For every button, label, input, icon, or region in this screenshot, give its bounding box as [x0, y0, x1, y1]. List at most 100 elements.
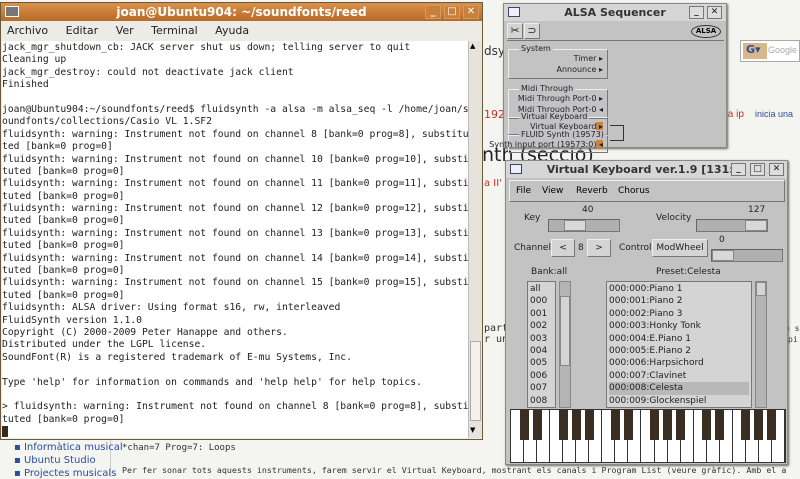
bank-item[interactable]: 002	[530, 320, 553, 332]
black-key[interactable]	[754, 410, 764, 440]
black-key[interactable]	[623, 410, 633, 440]
black-key[interactable]	[702, 410, 712, 440]
velocity-slider[interactable]	[696, 219, 768, 232]
control-modwheel-button[interactable]: ModWheel	[652, 239, 708, 257]
key-slider[interactable]	[548, 219, 620, 232]
window-menu-icon[interactable]	[5, 6, 19, 17]
black-key[interactable]	[676, 410, 686, 440]
disconnect-scissors-icon[interactable]: ✂	[507, 23, 523, 39]
piano-keyboard[interactable]	[510, 409, 786, 463]
alsa-port[interactable]: Announce ▸	[556, 65, 603, 74]
scrollbar-thumb[interactable]	[756, 282, 766, 296]
black-key[interactable]	[558, 410, 568, 440]
key-label: Key	[524, 213, 541, 223]
close-button[interactable]: ✕	[463, 5, 479, 19]
preset-item[interactable]: 000:001:Piano 2	[609, 295, 749, 307]
menu-archivo[interactable]: Archivo	[7, 24, 48, 37]
bank-label: Bank:all	[531, 267, 568, 277]
google-icon[interactable]: G▾	[743, 43, 767, 59]
terminal-scrollbar[interactable]: ▲ ▼	[468, 41, 482, 438]
preset-item[interactable]: 000:005:E.Piano 2	[609, 345, 749, 357]
terminal-titlebar[interactable]: joan@Ubuntu904: ~/soundfonts/reed _ □ ✕	[1, 3, 482, 21]
menu-file[interactable]: File	[516, 181, 531, 201]
scrollbar-thumb[interactable]	[560, 296, 570, 366]
slider-thumb[interactable]	[712, 250, 734, 261]
control-slider[interactable]	[711, 249, 783, 262]
link[interactable]: inicia una	[755, 109, 793, 119]
black-key[interactable]	[663, 410, 673, 440]
minimize-button[interactable]: _	[425, 5, 441, 19]
black-key[interactable]	[610, 410, 620, 440]
menu-ver[interactable]: Ver	[116, 24, 134, 37]
black-key[interactable]	[741, 410, 751, 440]
close-button[interactable]: ✕	[707, 6, 722, 19]
black-key[interactable]	[767, 410, 777, 440]
scroll-up-arrow-icon[interactable]: ▲	[470, 42, 475, 50]
maximize-button[interactable]: □	[750, 163, 765, 176]
scrollbar-thumb[interactable]	[470, 341, 481, 421]
scroll-down-arrow-icon[interactable]: ▼	[470, 426, 475, 434]
bank-scrollbar[interactable]	[559, 281, 571, 408]
sidebar-link[interactable]: ▪ Informàtica musical	[14, 442, 123, 453]
bank-item[interactable]: 004	[530, 345, 553, 357]
black-key[interactable]	[532, 410, 542, 440]
window-menu-icon[interactable]	[508, 7, 520, 17]
window-menu-icon[interactable]	[510, 164, 522, 174]
black-key[interactable]	[571, 410, 581, 440]
alsa-titlebar[interactable]: ALSA Sequencer _ ✕	[504, 4, 726, 21]
bank-item[interactable]: 008	[530, 395, 553, 407]
maximize-button[interactable]: □	[444, 5, 460, 19]
menu-terminal[interactable]: Terminal	[151, 24, 198, 37]
bank-item[interactable]: 003	[530, 333, 553, 345]
terminal-line: tuted [bank=0 prog=0]	[2, 165, 125, 177]
preset-item[interactable]: 000:000:Piano 1	[609, 283, 749, 295]
slider-thumb[interactable]	[564, 220, 587, 231]
bank-list[interactable]: all 000 001 002 003 004 005 006 007 008	[527, 281, 556, 408]
bank-item[interactable]: 001	[530, 308, 553, 320]
menu-chorus[interactable]: Chorus	[618, 181, 650, 201]
terminal-window: joan@Ubuntu904: ~/soundfonts/reed _ □ ✕ …	[0, 2, 483, 440]
close-button[interactable]: ✕	[769, 163, 784, 176]
preset-item[interactable]: 000:007:Clavinet	[609, 370, 749, 382]
terminal-line: fluidsynth: warning: Instrument not foun…	[2, 178, 468, 190]
preset-item[interactable]: 000:006:Harpsichord	[609, 357, 749, 369]
menu-view[interactable]: View	[542, 181, 563, 201]
content-line: *chan=7 Prog=7: Loops	[122, 443, 236, 453]
preset-item[interactable]: 000:002:Piano 3	[609, 308, 749, 320]
terminal-output[interactable]: jack_mgr_shutdown_cb: JACK server shut u…	[2, 41, 468, 438]
menu-editar[interactable]: Editar	[66, 24, 99, 37]
alsa-port[interactable]: Synth input port (19573:0) ◂	[489, 140, 603, 149]
black-key[interactable]	[715, 410, 725, 440]
menu-ayuda[interactable]: Ayuda	[215, 24, 249, 37]
terminal-line: tuted [bank=0 prog=0]	[2, 413, 125, 425]
minimize-button[interactable]: _	[689, 6, 704, 19]
bank-item[interactable]: 000	[530, 295, 553, 307]
google-search-box[interactable]: G▾ Google	[740, 40, 800, 62]
group-label: System	[519, 44, 553, 53]
slider-thumb[interactable]	[745, 220, 767, 231]
connect-plug-icon[interactable]: ⊃	[524, 23, 540, 39]
sidebar-link[interactable]: ▪ Ubuntu Studio	[14, 455, 96, 466]
channel-next-button[interactable]: >	[587, 239, 611, 257]
preset-item[interactable]: 000:009:Glockenspiel	[609, 395, 749, 407]
black-key[interactable]	[584, 410, 594, 440]
bank-item[interactable]: 007	[530, 382, 553, 394]
sidebar-link[interactable]: ▪ Projectes musicals	[14, 468, 116, 479]
preset-scrollbar[interactable]	[755, 281, 767, 408]
menu-reverb[interactable]: Reverb	[576, 181, 608, 201]
bank-item[interactable]: 005	[530, 357, 553, 369]
minimize-button[interactable]: _	[731, 163, 746, 176]
preset-list[interactable]: 000:000:Piano 1 000:001:Piano 2 000:002:Pi…	[606, 281, 752, 408]
alsa-port[interactable]: Timer ▸	[574, 54, 603, 63]
bank-item[interactable]: all	[530, 283, 553, 295]
bank-item[interactable]: 006	[530, 370, 553, 382]
channel-prev-button[interactable]: <	[551, 239, 575, 257]
black-key[interactable]	[519, 410, 529, 440]
preset-item[interactable]: 000:003:Honky Tonk	[609, 320, 749, 332]
vkeyb-titlebar[interactable]: Virtual Keyboard ver.1.9 [131:0] _ □ ✕	[506, 161, 787, 178]
black-key[interactable]	[650, 410, 660, 440]
preset-item[interactable]: 000:004:E.Piano 1	[609, 333, 749, 345]
alsa-port[interactable]: Midi Through Port-0 ▸	[518, 94, 603, 103]
preset-item[interactable]: 000:008:Celesta	[609, 382, 749, 395]
